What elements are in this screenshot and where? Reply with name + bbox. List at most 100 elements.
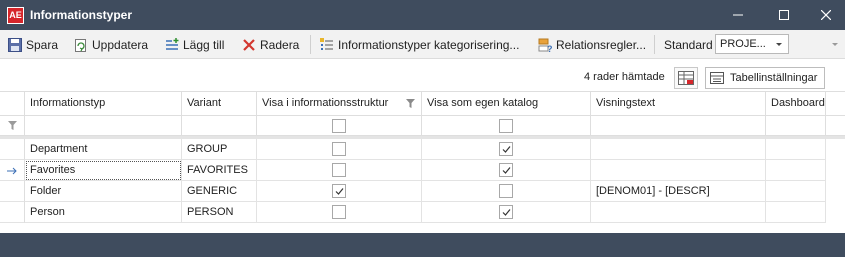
row-indicator-header: [0, 91, 25, 116]
categorize-button[interactable]: Informationstyper kategorisering...: [320, 35, 519, 55]
standard-select[interactable]: PROJE...: [715, 34, 789, 54]
window-title: Informationstyper: [30, 8, 133, 22]
row-indicator[interactable]: [0, 202, 25, 223]
checkbox[interactable]: [499, 205, 513, 219]
delete-x-icon: [243, 39, 255, 51]
cell-visa-i-informationsstruktur[interactable]: [257, 160, 422, 181]
row-filler: [826, 181, 845, 202]
filter-cell-visa-i-informationsstruktur: [257, 116, 422, 136]
cell-dashboard[interactable]: [766, 202, 826, 223]
table-settings-button[interactable]: Tabellinställningar: [705, 67, 825, 89]
cell-visningstext[interactable]: [591, 202, 766, 223]
checkmark-icon: [335, 188, 344, 195]
row-indicator[interactable]: [0, 160, 25, 181]
table-settings-icon: [710, 72, 724, 84]
row-filler: [826, 139, 845, 160]
cell-visa-som-egen-katalog[interactable]: [422, 160, 591, 181]
cell-visa-som-egen-katalog[interactable]: [422, 181, 591, 202]
checkbox[interactable]: [499, 163, 513, 177]
cell-informationstyp[interactable]: Person: [25, 202, 182, 223]
close-button[interactable]: [803, 0, 845, 30]
column-header-visningstext[interactable]: Visningstext: [591, 91, 766, 116]
cell-variant-text: GROUP: [187, 143, 228, 155]
filter-icon[interactable]: [406, 99, 415, 108]
checkmark-icon: [502, 146, 511, 153]
checkbox[interactable]: [332, 205, 346, 219]
cell-visningstext[interactable]: [591, 160, 766, 181]
refresh-label: Uppdatera: [92, 38, 149, 52]
checkmark-icon: [502, 167, 511, 174]
toolbar-overflow-icon[interactable]: [832, 43, 838, 46]
maximize-icon: [779, 10, 789, 20]
refresh-icon: [75, 39, 86, 52]
cell-informationstyp-text: Favorites: [30, 164, 76, 176]
filter-icon: [8, 121, 17, 130]
toolbar-divider: [310, 35, 311, 54]
relation-rules-icon: ?: [538, 38, 552, 52]
cell-variant-text: GENERIC: [187, 185, 238, 197]
cell-informationstyp[interactable]: Favorites: [25, 160, 182, 181]
filter-checkbox[interactable]: [499, 119, 513, 133]
row-indicator[interactable]: [0, 181, 25, 202]
standard-select-value: PROJE...: [720, 38, 766, 50]
checkbox[interactable]: [332, 142, 346, 156]
cell-variant[interactable]: FAVORITES: [182, 160, 257, 181]
filter-input-informationstyp[interactable]: [25, 116, 182, 136]
cell-informationstyp[interactable]: Folder: [25, 181, 182, 202]
checkbox[interactable]: [499, 142, 513, 156]
cell-visa-i-informationsstruktur[interactable]: [257, 139, 422, 160]
column-header-dashboard[interactable]: Dashboard: [766, 91, 826, 116]
cell-variant[interactable]: GENERIC: [182, 181, 257, 202]
save-label: Spara: [26, 38, 59, 52]
refresh-button[interactable]: Uppdatera: [74, 35, 148, 55]
cell-variant[interactable]: GROUP: [182, 139, 257, 160]
checkbox[interactable]: [332, 184, 346, 198]
cell-visningstext[interactable]: [DENOM01] - [DESCR]: [591, 181, 766, 202]
cell-dashboard[interactable]: [766, 160, 826, 181]
filter-input-variant[interactable]: [182, 116, 257, 136]
cell-variant-text: FAVORITES: [187, 164, 248, 176]
add-label: Lägg till: [183, 38, 225, 52]
standard-label: Standard: [664, 35, 713, 55]
cell-visningstext-text: [DENOM01] - [DESCR]: [596, 185, 710, 197]
cell-visa-som-egen-katalog[interactable]: [422, 202, 591, 223]
cell-visa-i-informationsstruktur[interactable]: [257, 202, 422, 223]
header-filler: [826, 91, 845, 116]
cell-informationstyp[interactable]: Department: [25, 139, 182, 160]
relation-rules-button[interactable]: ? Relationsregler...: [538, 35, 646, 55]
table-settings-label: Tabellinställningar: [730, 72, 818, 84]
cell-informationstyp-text: Department: [30, 143, 88, 155]
cell-visa-i-informationsstruktur[interactable]: [257, 181, 422, 202]
filter-input-visningstext[interactable]: [591, 116, 766, 136]
filter-checkbox[interactable]: [332, 119, 346, 133]
cell-dashboard[interactable]: [766, 139, 826, 160]
filter-row-indicator: [0, 116, 25, 136]
cell-visa-som-egen-katalog[interactable]: [422, 139, 591, 160]
checkbox[interactable]: [332, 163, 346, 177]
checkmark-icon: [502, 209, 511, 216]
column-header-visa-som-egen-katalog[interactable]: Visa som egen katalog: [422, 91, 591, 116]
checkbox[interactable]: [499, 184, 513, 198]
delete-label: Radera: [260, 38, 300, 52]
column-header-variant[interactable]: Variant: [182, 91, 257, 116]
save-button[interactable]: Spara: [8, 35, 58, 55]
app-logo-icon: AE: [7, 7, 24, 24]
categorize-list-icon: [320, 38, 333, 50]
row-indicator[interactable]: [0, 139, 25, 160]
title-bar: AE Informationstyper: [0, 0, 845, 30]
rows-fetched-count: 4 rader hämtade: [584, 71, 665, 83]
layout-button[interactable]: [674, 67, 698, 89]
cell-informationstyp-text: Folder: [30, 185, 62, 197]
delete-button[interactable]: Radera: [242, 35, 299, 55]
minimize-button[interactable]: [715, 0, 761, 30]
cell-dashboard[interactable]: [766, 181, 826, 202]
maximize-button[interactable]: [761, 0, 807, 30]
cell-visningstext[interactable]: [591, 139, 766, 160]
standard-label-text: Standard: [664, 38, 713, 52]
column-header-visa-i-informationsstruktur[interactable]: Visa i informationsstruktur: [257, 91, 422, 116]
cell-variant[interactable]: PERSON: [182, 202, 257, 223]
filter-input-dashboard[interactable]: [766, 116, 826, 136]
column-header-informationstyp[interactable]: Informationstyp: [25, 91, 182, 116]
toolbar-divider: [654, 35, 655, 54]
add-button[interactable]: Lägg till: [165, 35, 224, 55]
